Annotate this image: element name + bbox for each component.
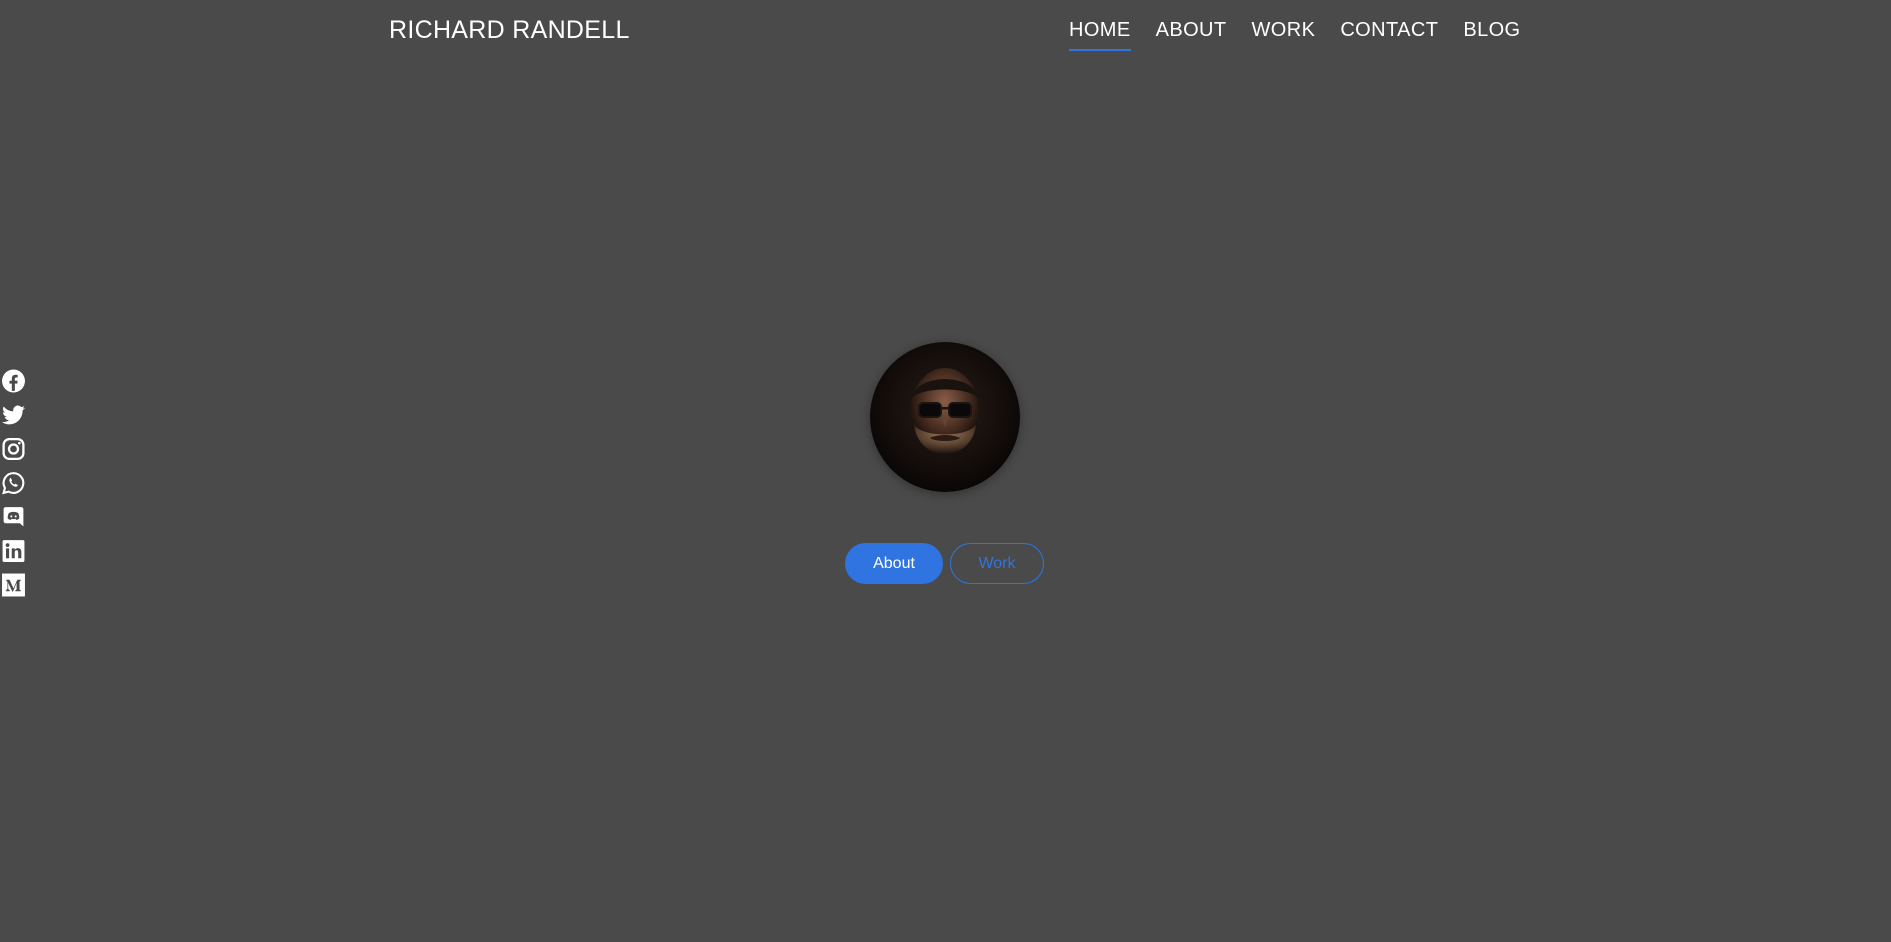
nav-about[interactable]: ABOUT [1156, 19, 1227, 51]
social-links [1, 368, 26, 598]
profile-avatar [870, 342, 1020, 492]
site-brand[interactable]: RICHARD RANDELL [389, 16, 630, 45]
linkedin-icon[interactable] [1, 538, 26, 564]
work-button[interactable]: Work [950, 543, 1044, 584]
nav-work[interactable]: WORK [1252, 19, 1316, 51]
about-button[interactable]: About [845, 543, 943, 584]
instagram-icon[interactable] [1, 436, 26, 462]
facebook-icon[interactable] [1, 368, 26, 394]
page: RICHARD RANDELL HOME ABOUT WORK CONTACT … [0, 0, 1891, 942]
nav-contact[interactable]: CONTACT [1340, 19, 1438, 51]
medium-icon[interactable] [1, 572, 26, 598]
nav-home[interactable]: HOME [1069, 19, 1131, 51]
whatsapp-icon[interactable] [1, 470, 26, 496]
twitter-icon[interactable] [1, 402, 26, 428]
discord-icon[interactable] [1, 504, 26, 530]
nav-blog[interactable]: BLOG [1463, 19, 1520, 51]
main-nav: HOME ABOUT WORK CONTACT BLOG [1069, 19, 1546, 51]
